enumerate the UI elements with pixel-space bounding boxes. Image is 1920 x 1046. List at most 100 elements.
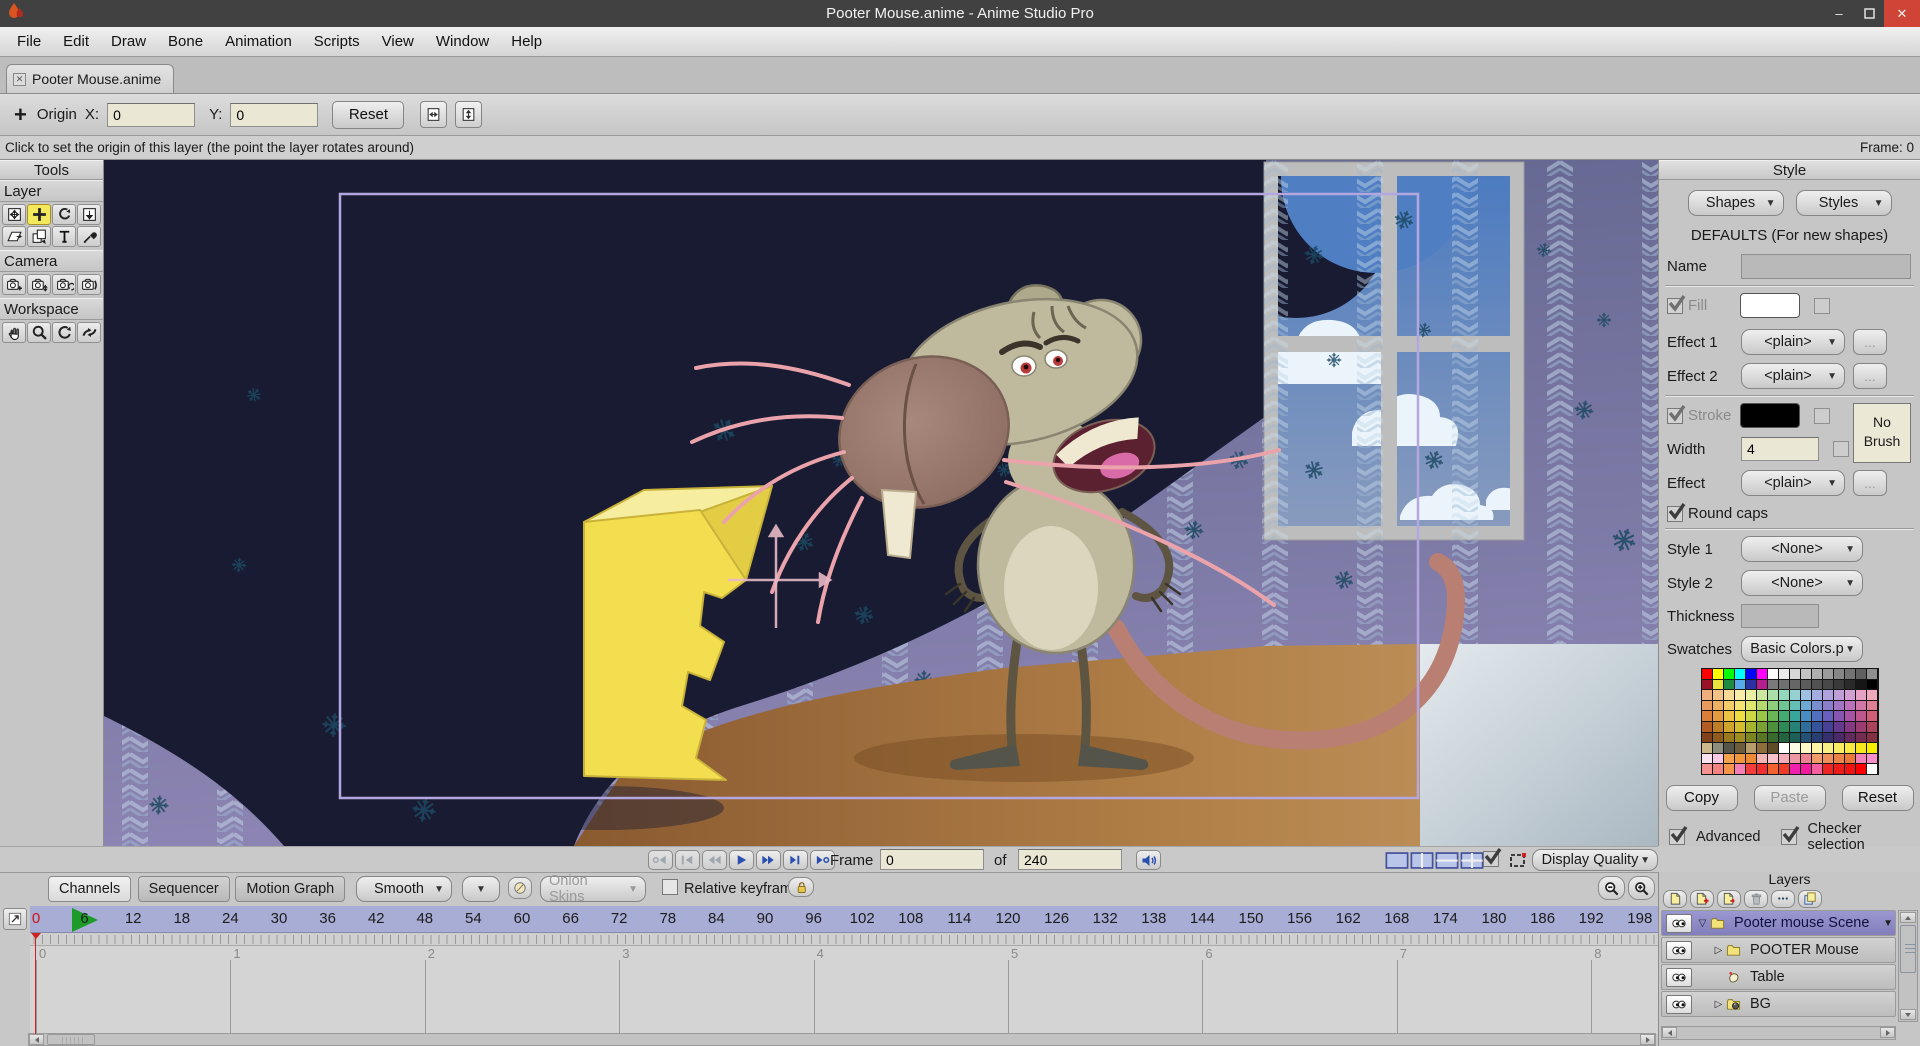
layers-hscrollbar[interactable] [1661, 1026, 1896, 1040]
color-swatch[interactable] [1724, 733, 1734, 743]
color-swatch[interactable] [1724, 690, 1734, 700]
color-swatch[interactable] [1702, 733, 1712, 743]
four-pane-view-icon[interactable] [1460, 851, 1484, 869]
stroke-checkbox[interactable] [1667, 408, 1683, 424]
color-swatch[interactable] [1812, 680, 1822, 690]
thickness-input[interactable] [1741, 604, 1819, 628]
color-swatch[interactable] [1856, 754, 1866, 764]
color-swatch[interactable] [1779, 669, 1789, 679]
color-swatch[interactable] [1834, 690, 1844, 700]
color-swatch[interactable] [1834, 722, 1844, 732]
layer-visibility-icon[interactable] [1666, 968, 1692, 987]
color-swatch[interactable] [1724, 680, 1734, 690]
canvas-viewport[interactable] [104, 160, 1658, 846]
color-swatch[interactable] [1768, 743, 1778, 753]
layer-row[interactable]: ▷BG [1661, 991, 1896, 1017]
color-swatch[interactable] [1801, 711, 1811, 721]
color-swatch[interactable] [1834, 733, 1844, 743]
color-swatch[interactable] [1779, 680, 1789, 690]
color-swatch[interactable] [1812, 754, 1822, 764]
display-quality-dropdown[interactable]: Display Quality▼ [1532, 849, 1658, 871]
checker-selection-checkbox[interactable] [1781, 829, 1797, 845]
color-swatch[interactable] [1757, 711, 1767, 721]
layer-row[interactable]: ▽Pooter mouse Scene▼ [1661, 910, 1896, 936]
layers-vscrollbar[interactable] [1898, 910, 1918, 1022]
effect2-dropdown[interactable]: <plain>▼ [1741, 363, 1845, 389]
step-back-button[interactable] [675, 850, 700, 870]
color-swatch[interactable] [1735, 690, 1745, 700]
color-swatch[interactable] [1702, 669, 1712, 679]
color-swatch[interactable] [1812, 711, 1822, 721]
color-swatch[interactable] [1757, 680, 1767, 690]
color-swatch[interactable] [1746, 754, 1756, 764]
maximize-button[interactable] [1854, 0, 1884, 27]
color-swatch[interactable] [1713, 743, 1723, 753]
menu-item-help[interactable]: Help [500, 29, 553, 54]
fill-color-swatch[interactable] [1740, 293, 1800, 318]
color-swatch[interactable] [1768, 764, 1778, 774]
expand-icon[interactable]: ▷ [1712, 999, 1725, 1010]
color-swatch[interactable] [1801, 743, 1811, 753]
stroke-effect-more-button[interactable]: ... [1853, 470, 1887, 496]
color-swatch[interactable] [1867, 733, 1877, 743]
color-swatch[interactable] [1702, 743, 1712, 753]
timeline-ruler[interactable]: 0612182430364248546066727884909610210811… [30, 906, 1658, 933]
color-swatch[interactable] [1735, 680, 1745, 690]
orbit-view-icon[interactable] [77, 322, 101, 343]
color-swatch[interactable] [1779, 733, 1789, 743]
layer-visibility-icon[interactable] [1666, 914, 1692, 933]
color-swatch[interactable] [1779, 754, 1789, 764]
color-swatch[interactable] [1702, 722, 1712, 732]
color-swatch[interactable] [1757, 754, 1767, 764]
follow-path-icon[interactable] [27, 226, 51, 247]
color-swatch[interactable] [1702, 701, 1712, 711]
layers-scroll-thumb[interactable] [1900, 925, 1916, 973]
minimize-button[interactable]: – [1824, 0, 1854, 27]
color-swatch[interactable] [1713, 690, 1723, 700]
color-swatch[interactable] [1768, 711, 1778, 721]
color-swatch[interactable] [1735, 711, 1745, 721]
mute-button[interactable] [1136, 850, 1161, 870]
menu-item-view[interactable]: View [371, 29, 425, 54]
stroke-mini-checkbox[interactable] [1814, 408, 1830, 424]
fill-mini-checkbox[interactable] [1814, 298, 1830, 314]
color-swatch[interactable] [1724, 711, 1734, 721]
color-swatch[interactable] [1867, 669, 1877, 679]
color-swatch[interactable] [1856, 711, 1866, 721]
color-swatch[interactable] [1823, 690, 1833, 700]
layer-row[interactable]: ▷POOTER Mouse [1661, 937, 1896, 963]
color-swatch[interactable] [1801, 669, 1811, 679]
color-swatch[interactable] [1746, 680, 1756, 690]
playhead-line[interactable] [35, 933, 36, 1034]
camera-pan-icon[interactable] [77, 274, 101, 295]
color-swatch[interactable] [1713, 680, 1723, 690]
color-swatch[interactable] [1834, 743, 1844, 753]
color-swatch[interactable] [1834, 680, 1844, 690]
color-swatch[interactable] [1834, 711, 1844, 721]
layer-row[interactable]: Table [1661, 964, 1896, 990]
color-swatch[interactable] [1779, 711, 1789, 721]
color-swatch[interactable] [1757, 701, 1767, 711]
color-swatch[interactable] [1845, 743, 1855, 753]
color-swatch[interactable] [1845, 690, 1855, 700]
new-layer-add-icon[interactable] [1690, 890, 1714, 908]
effect1-more-button[interactable]: ... [1853, 329, 1887, 355]
zoom-magnifier-icon[interactable] [27, 322, 51, 343]
color-swatch[interactable] [1790, 711, 1800, 721]
prev-keyframe-button[interactable] [702, 850, 727, 870]
color-swatch[interactable] [1856, 743, 1866, 753]
expand-icon[interactable]: ▷ [1712, 945, 1725, 956]
color-swatch[interactable] [1801, 680, 1811, 690]
duplicate-layer-icon[interactable] [1798, 890, 1822, 908]
color-swatch[interactable] [1856, 680, 1866, 690]
color-swatch[interactable] [1823, 701, 1833, 711]
menu-item-file[interactable]: File [6, 29, 52, 54]
layers-scroll-up-icon[interactable] [1900, 912, 1916, 923]
width-input[interactable] [1741, 437, 1819, 461]
color-swatch[interactable] [1834, 754, 1844, 764]
interpolation-options-dropdown[interactable]: ▼ [462, 876, 500, 902]
layer-visibility-icon[interactable] [1666, 941, 1692, 960]
menu-item-scripts[interactable]: Scripts [303, 29, 371, 54]
color-swatch[interactable] [1735, 669, 1745, 679]
color-swatch[interactable] [1834, 764, 1844, 774]
